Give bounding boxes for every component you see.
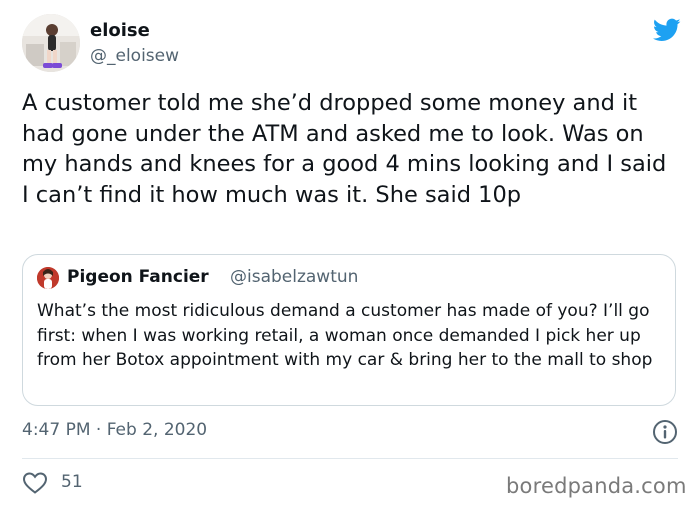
quoted-author-handle: @isabelzawtun	[230, 267, 359, 287]
tweet-header: eloise @_eloisew	[22, 14, 682, 74]
twitter-bird-icon[interactable]	[652, 16, 682, 44]
divider	[22, 458, 678, 459]
heart-icon[interactable]	[22, 471, 48, 495]
tweet-card: eloise @_eloisew A customer told me she’…	[0, 0, 700, 510]
like-count: 51	[61, 472, 83, 492]
author-handle[interactable]: @_eloisew	[90, 46, 179, 66]
tweet-text: A customer told me she’d dropped some mo…	[22, 90, 667, 208]
author-display-name[interactable]: eloise	[90, 20, 150, 41]
watermark: boredpanda.com	[506, 474, 687, 498]
quoted-tweet-text: What’s the most ridiculous demand a cust…	[37, 301, 653, 370]
quoted-tweet[interactable]: Pigeon Fancier @isabelzawtun What’s the …	[22, 254, 676, 406]
info-icon[interactable]	[652, 419, 678, 445]
quoted-author-display-name: Pigeon Fancier	[67, 267, 209, 287]
tweet-timestamp[interactable]: 4:47 PM · Feb 2, 2020	[22, 420, 207, 440]
author-avatar[interactable]	[22, 14, 80, 72]
quoted-author-avatar	[37, 267, 59, 289]
